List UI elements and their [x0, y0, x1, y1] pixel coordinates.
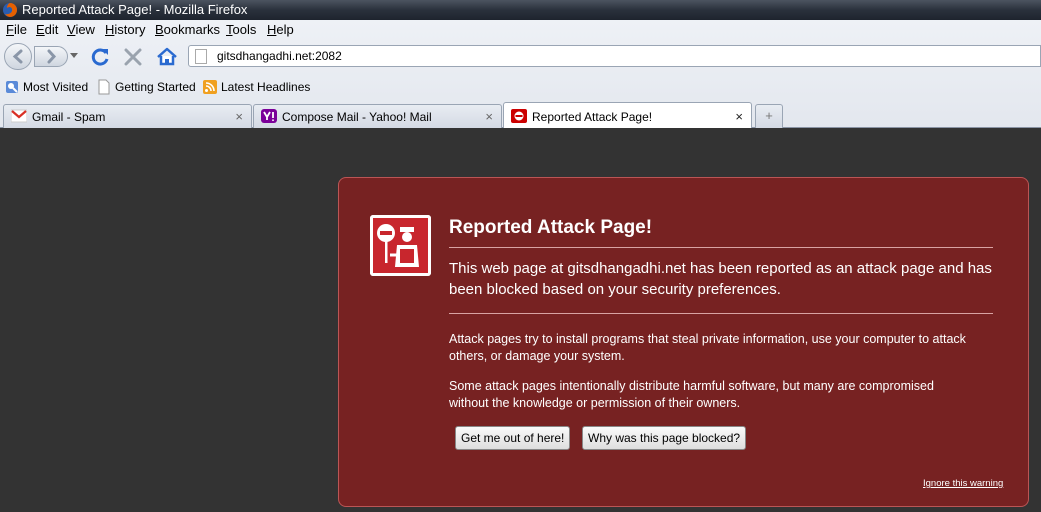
tab-reported-attack-page[interactable]: Reported Attack Page! × [503, 102, 752, 129]
bookmarks-toolbar: Most Visited Getting Started Latest Head… [0, 76, 1041, 98]
firefox-logo-icon [3, 3, 17, 17]
tab-label: Gmail - Spam [32, 110, 106, 124]
attack-icon [511, 109, 527, 123]
page-content: Reported Attack Page! This web page at g… [0, 128, 1041, 512]
tab-label: Compose Mail - Yahoo! Mail [282, 110, 432, 124]
error-long-description-1: Attack pages try to install programs tha… [449, 332, 966, 363]
history-dropdown-icon[interactable] [70, 53, 78, 58]
ignore-warning-link[interactable]: Ignore this warning [923, 478, 1003, 489]
why-blocked-button[interactable]: Why was this page blocked? [582, 426, 747, 450]
url-input[interactable] [217, 47, 1017, 65]
stop-button[interactable] [121, 45, 145, 69]
home-icon [157, 47, 177, 66]
close-tab-icon[interactable]: × [235, 109, 243, 125]
stop-icon [124, 48, 142, 66]
back-arrow-icon [12, 49, 23, 64]
rss-icon [203, 80, 217, 94]
menu-bar: File Edit View History Bookmarks Tools H… [0, 20, 1041, 40]
new-tab-button[interactable]: + [755, 104, 783, 128]
forward-arrow-icon [47, 49, 57, 64]
tab-strip: Gmail - Spam × Compose Mail - Yahoo! Mai… [0, 101, 1041, 129]
menu-file[interactable]: File [6, 22, 27, 38]
menu-view[interactable]: View [67, 22, 95, 38]
url-bar[interactable] [188, 45, 1041, 67]
navigation-toolbar [0, 40, 1041, 74]
menu-bookmarks[interactable]: Bookmarks [155, 22, 220, 38]
attack-page-icon [370, 215, 431, 276]
menu-tools[interactable]: Tools [226, 22, 256, 38]
close-tab-icon[interactable]: × [735, 109, 743, 125]
yahoo-icon [261, 109, 277, 123]
bookmark-getting-started[interactable]: Getting Started [97, 79, 202, 95]
menu-history[interactable]: History [105, 22, 145, 38]
page-icon [195, 49, 207, 64]
error-title: Reported Attack Page! [449, 216, 993, 248]
bookmark-label: Most Visited [23, 80, 89, 94]
menu-help[interactable]: Help [267, 22, 294, 38]
reload-button[interactable] [88, 45, 112, 69]
error-panel: Reported Attack Page! This web page at g… [338, 177, 1029, 507]
back-forward-group [4, 43, 80, 70]
bookmark-label: Getting Started [115, 80, 196, 94]
bookmark-latest-headlines[interactable]: Latest Headlines [203, 79, 318, 95]
bookmark-most-visited[interactable]: Most Visited [5, 79, 100, 95]
error-short-description: This web page at gitsdhangadhi.net has b… [449, 258, 993, 314]
menu-edit[interactable]: Edit [36, 22, 58, 38]
page-icon [98, 79, 110, 95]
get-me-out-button[interactable]: Get me out of here! [455, 426, 571, 450]
home-button[interactable] [155, 45, 179, 69]
back-button[interactable] [4, 43, 32, 70]
tab-yahoo-compose[interactable]: Compose Mail - Yahoo! Mail × [253, 104, 502, 128]
close-tab-icon[interactable]: × [485, 109, 493, 125]
forward-button[interactable] [34, 46, 68, 67]
bookmark-label: Latest Headlines [221, 80, 311, 94]
error-long-description-2: Some attack pages intentionally distribu… [449, 379, 934, 410]
tab-label: Reported Attack Page! [532, 110, 653, 124]
window-title: Reported Attack Page! - Mozilla Firefox [22, 2, 248, 17]
tab-gmail-spam[interactable]: Gmail - Spam × [3, 104, 252, 128]
gmail-icon [11, 109, 27, 123]
most-visited-icon [6, 81, 18, 93]
title-bar: Reported Attack Page! - Mozilla Firefox [0, 0, 1041, 20]
reload-icon [91, 48, 109, 66]
